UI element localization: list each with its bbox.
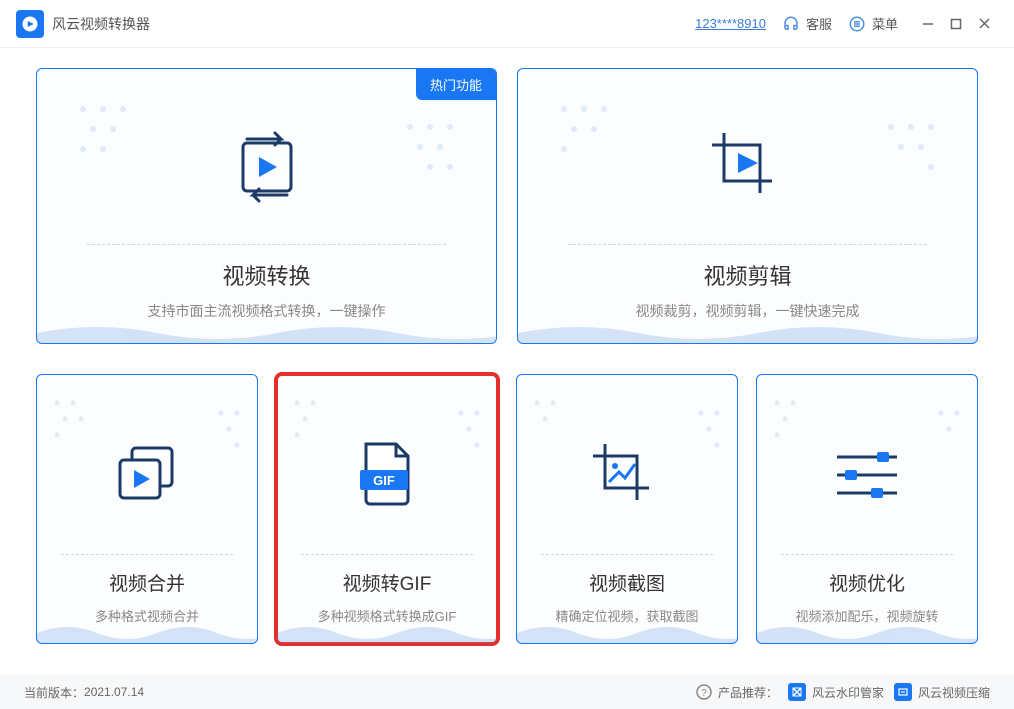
service-label: 客服 bbox=[806, 14, 832, 33]
menu-label: 菜单 bbox=[872, 14, 898, 33]
product-badge-icon bbox=[894, 683, 912, 701]
crop-play-icon bbox=[708, 129, 788, 205]
crop-image-icon bbox=[591, 442, 663, 506]
decorative-wave-icon bbox=[37, 317, 497, 343]
main-grid: 热门功能 视频转换 支持市面主流视频格式转换，一键操作 bbox=[0, 48, 1014, 664]
card-video-snap[interactable]: 视频截图 精确定位视频，获取截图 bbox=[516, 374, 738, 644]
convert-icon bbox=[229, 129, 305, 205]
card-title: 视频截图 bbox=[589, 569, 665, 596]
sliders-icon bbox=[831, 445, 903, 503]
footer-bar: 当前版本： 2021.07.14 ? 产品推荐： 风云水印管家 风云视频压缩 bbox=[0, 675, 1014, 709]
recommend-product-2[interactable]: 风云视频压缩 bbox=[918, 684, 990, 701]
titlebar: 风云视频转换器 123****8910 客服 菜单 bbox=[0, 0, 1014, 48]
phone-link[interactable]: 123****8910 bbox=[695, 16, 766, 31]
card-video-merge[interactable]: 视频合并 多种格式视频合并 bbox=[36, 374, 258, 644]
card-title: 视频剪辑 bbox=[703, 259, 791, 291]
menu-button[interactable]: 菜单 bbox=[848, 14, 898, 33]
app-logo-icon bbox=[16, 10, 44, 38]
recommend-label: 产品推荐： bbox=[718, 684, 778, 701]
card-title: 视频转换 bbox=[222, 259, 310, 291]
version-value: 2021.07.14 bbox=[84, 685, 144, 699]
merge-icon bbox=[112, 442, 182, 506]
product-badge-icon bbox=[788, 683, 806, 701]
gif-file-icon: GIF bbox=[356, 440, 418, 508]
maximize-button[interactable] bbox=[942, 10, 970, 38]
card-title: 视频转GIF bbox=[343, 569, 432, 596]
svg-text:GIF: GIF bbox=[373, 473, 395, 488]
menu-icon bbox=[848, 15, 866, 33]
version-label: 当前版本： bbox=[24, 684, 84, 701]
recommend-product-1[interactable]: 风云水印管家 bbox=[812, 684, 884, 701]
headset-icon bbox=[782, 15, 800, 33]
help-icon: ? bbox=[696, 684, 712, 700]
card-title: 视频优化 bbox=[829, 569, 905, 596]
card-video-edit[interactable]: 视频剪辑 视频裁剪，视频剪辑，一键快速完成 bbox=[517, 68, 978, 344]
decorative-wave-icon bbox=[757, 617, 977, 643]
app-title: 风云视频转换器 bbox=[52, 14, 150, 34]
decorative-wave-icon bbox=[277, 617, 497, 643]
minimize-button[interactable] bbox=[914, 10, 942, 38]
card-video-convert[interactable]: 热门功能 视频转换 支持市面主流视频格式转换，一键操作 bbox=[36, 68, 497, 344]
decorative-wave-icon bbox=[517, 617, 737, 643]
card-video-opt[interactable]: 视频优化 视频添加配乐，视频旋转 bbox=[756, 374, 978, 644]
card-title: 视频合并 bbox=[109, 569, 185, 596]
close-button[interactable] bbox=[970, 10, 998, 38]
card-video-gif[interactable]: GIF 视频转GIF 多种视频格式转换成GIF bbox=[276, 374, 498, 644]
svg-text:?: ? bbox=[701, 688, 707, 699]
service-button[interactable]: 客服 bbox=[782, 14, 832, 33]
decorative-wave-icon bbox=[37, 617, 257, 643]
decorative-wave-icon bbox=[518, 317, 978, 343]
